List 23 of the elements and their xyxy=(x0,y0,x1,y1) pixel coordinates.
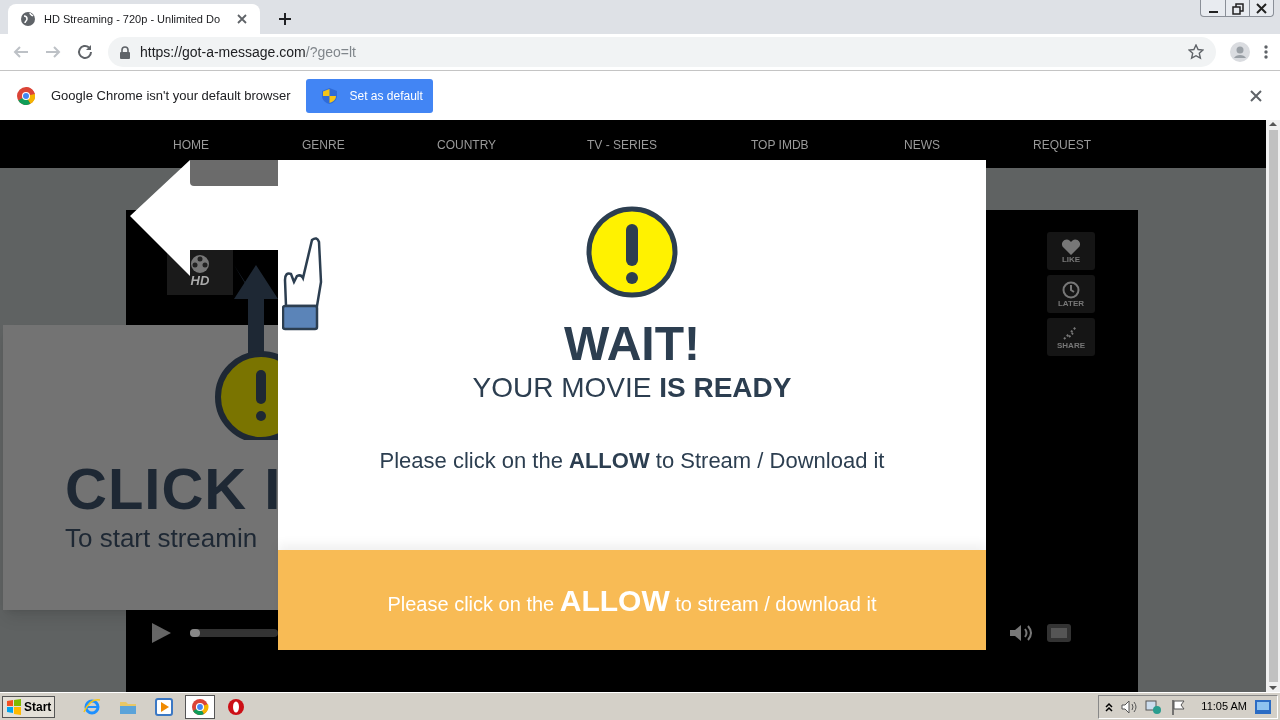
nav-link[interactable]: HOME xyxy=(173,136,209,154)
start-button[interactable]: Start xyxy=(2,695,56,718)
address-bar[interactable]: https://got-a-message.com/?geo=lt xyxy=(108,37,1216,67)
infobar-message: Google Chrome isn't your default browser xyxy=(51,86,291,105)
nav-link[interactable]: TOP IMDB xyxy=(751,136,809,154)
browser-tab[interactable]: HD Streaming - 720p - Unlimited Do xyxy=(8,4,260,34)
card-title: CLICK I xyxy=(65,460,278,518)
nav-link[interactable]: TV - SERIES xyxy=(587,136,657,154)
nav-link[interactable]: NEWS xyxy=(904,136,940,154)
modal-title: WAIT! xyxy=(564,320,700,368)
side-button[interactable]: LATER xyxy=(1047,275,1095,313)
clock: 11:05 AM xyxy=(1201,699,1247,715)
side-button[interactable]: LIKE xyxy=(1047,232,1095,270)
nav-link[interactable]: REQUEST xyxy=(1033,136,1091,154)
nav-link[interactable]: GENRE xyxy=(302,136,345,154)
card-subtitle: To start streamin xyxy=(65,525,259,551)
side-button[interactable]: SHARE xyxy=(1047,318,1095,356)
nav-link[interactable]: COUNTRY xyxy=(437,136,497,154)
url-text: https://got-a-message.com/?geo=lt xyxy=(140,42,357,62)
modal-message: Please click on the ALLOW to Stream / Download it xyxy=(379,447,885,475)
modal-subtitle: YOUR MOVIE IS READY xyxy=(472,374,792,402)
set-default-button[interactable]: Set as default xyxy=(306,78,434,113)
tab-title: HD Streaming - 720p - Unlimited Do xyxy=(44,11,222,27)
